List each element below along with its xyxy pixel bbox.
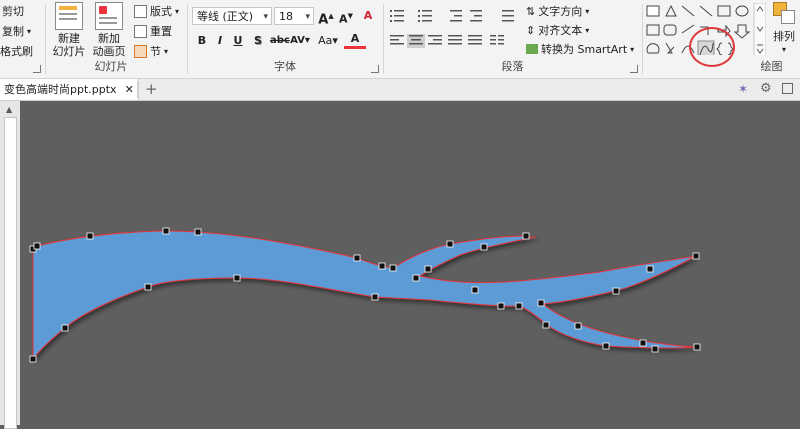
edit-point-handle[interactable] [639,339,647,347]
edit-point-handle[interactable] [29,355,37,363]
edit-point-handle[interactable] [33,242,41,250]
freeform-branch-shape[interactable] [32,230,698,361]
edit-point-handle[interactable] [233,274,241,282]
edit-point-handle[interactable] [86,232,94,240]
edit-point-handle[interactable] [537,299,545,307]
edit-point-handle[interactable] [651,345,659,353]
edit-point-handle[interactable] [542,321,550,329]
edit-point-handle[interactable] [424,265,432,273]
edit-point-handle[interactable] [646,265,654,273]
edit-point-handle[interactable] [144,283,152,291]
edit-point-handle[interactable] [515,302,523,310]
edit-point-handle[interactable] [602,342,610,350]
edit-point-handle[interactable] [692,252,700,260]
edit-point-handle[interactable] [574,322,582,330]
edit-point-handle[interactable] [471,286,479,294]
edit-point-handle[interactable] [61,324,69,332]
edit-point-handle[interactable] [522,232,530,240]
freeform-shape-layer [29,227,701,363]
edit-point-handle[interactable] [353,254,361,262]
edit-point-handle[interactable] [612,287,620,295]
edit-point-handle[interactable] [378,262,386,270]
edit-point-handle[interactable] [389,264,397,272]
edit-point-handle[interactable] [194,228,202,236]
edit-point-handle[interactable] [371,293,379,301]
edit-point-handle[interactable] [446,240,454,248]
edit-point-handle[interactable] [412,274,420,282]
edit-point-handle[interactable] [480,243,488,251]
edit-point-handle[interactable] [497,302,505,310]
edit-point-handle[interactable] [162,227,170,235]
edit-point-handle[interactable] [693,343,701,351]
